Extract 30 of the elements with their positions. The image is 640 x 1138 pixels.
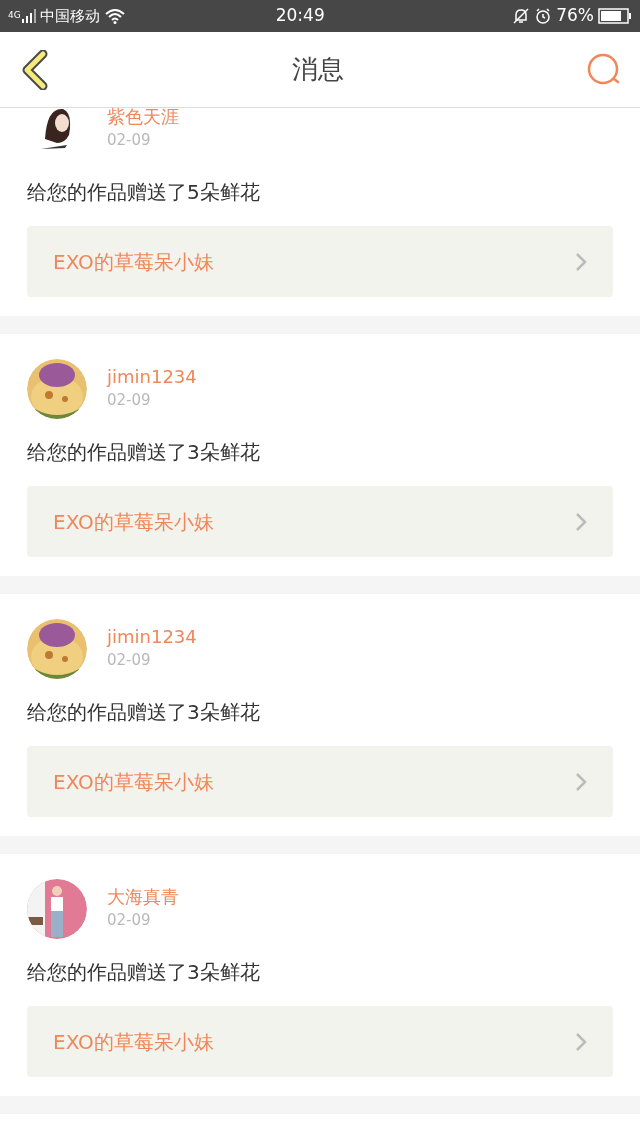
message-date: 02-09 [107,650,152,671]
alarm-icon [534,7,553,25]
user-name: jimin1234 [107,625,197,649]
work-link[interactable]: EXO的草莓呆小妹 [27,486,613,557]
user-name: 紫色天涯 [107,108,179,129]
signal-icon [21,9,36,23]
work-link[interactable]: EXO的草莓呆小妹 [27,746,613,817]
work-link[interactable]: EXO的草莓呆小妹 [27,226,613,297]
message-text: 给您的作品赠送了3朵鲜花 [27,439,261,465]
message-date: 02-09 [107,130,152,151]
work-link[interactable]: EXO的草莓呆小妹 [27,1006,613,1077]
bell-muted-icon [512,7,531,25]
message-date: 02-09 [107,910,152,931]
chevron-right-icon [575,251,587,272]
page-title: 消息 [292,53,344,86]
user-name: 大海真青 [107,885,179,909]
user-name: jimin1234 [107,365,197,389]
message-text: 给您的作品赠送了3朵鲜花 [27,699,261,725]
chevron-right-icon [575,1031,587,1052]
chevron-right-icon [575,771,587,792]
carrier-name: 中国移动 [39,5,100,27]
wifi-icon [103,8,126,24]
message-date: 02-09 [107,390,152,411]
chevron-right-icon [575,511,587,532]
network-type: 4G [8,9,21,23]
battery-percent: 76% [556,4,594,28]
message-text: 给您的作品赠送了5朵鲜花 [27,179,261,205]
battery-icon [598,8,632,24]
message-text: 给您的作品赠送了3朵鲜花 [27,959,261,985]
clock-time: 20:49 [275,4,325,28]
